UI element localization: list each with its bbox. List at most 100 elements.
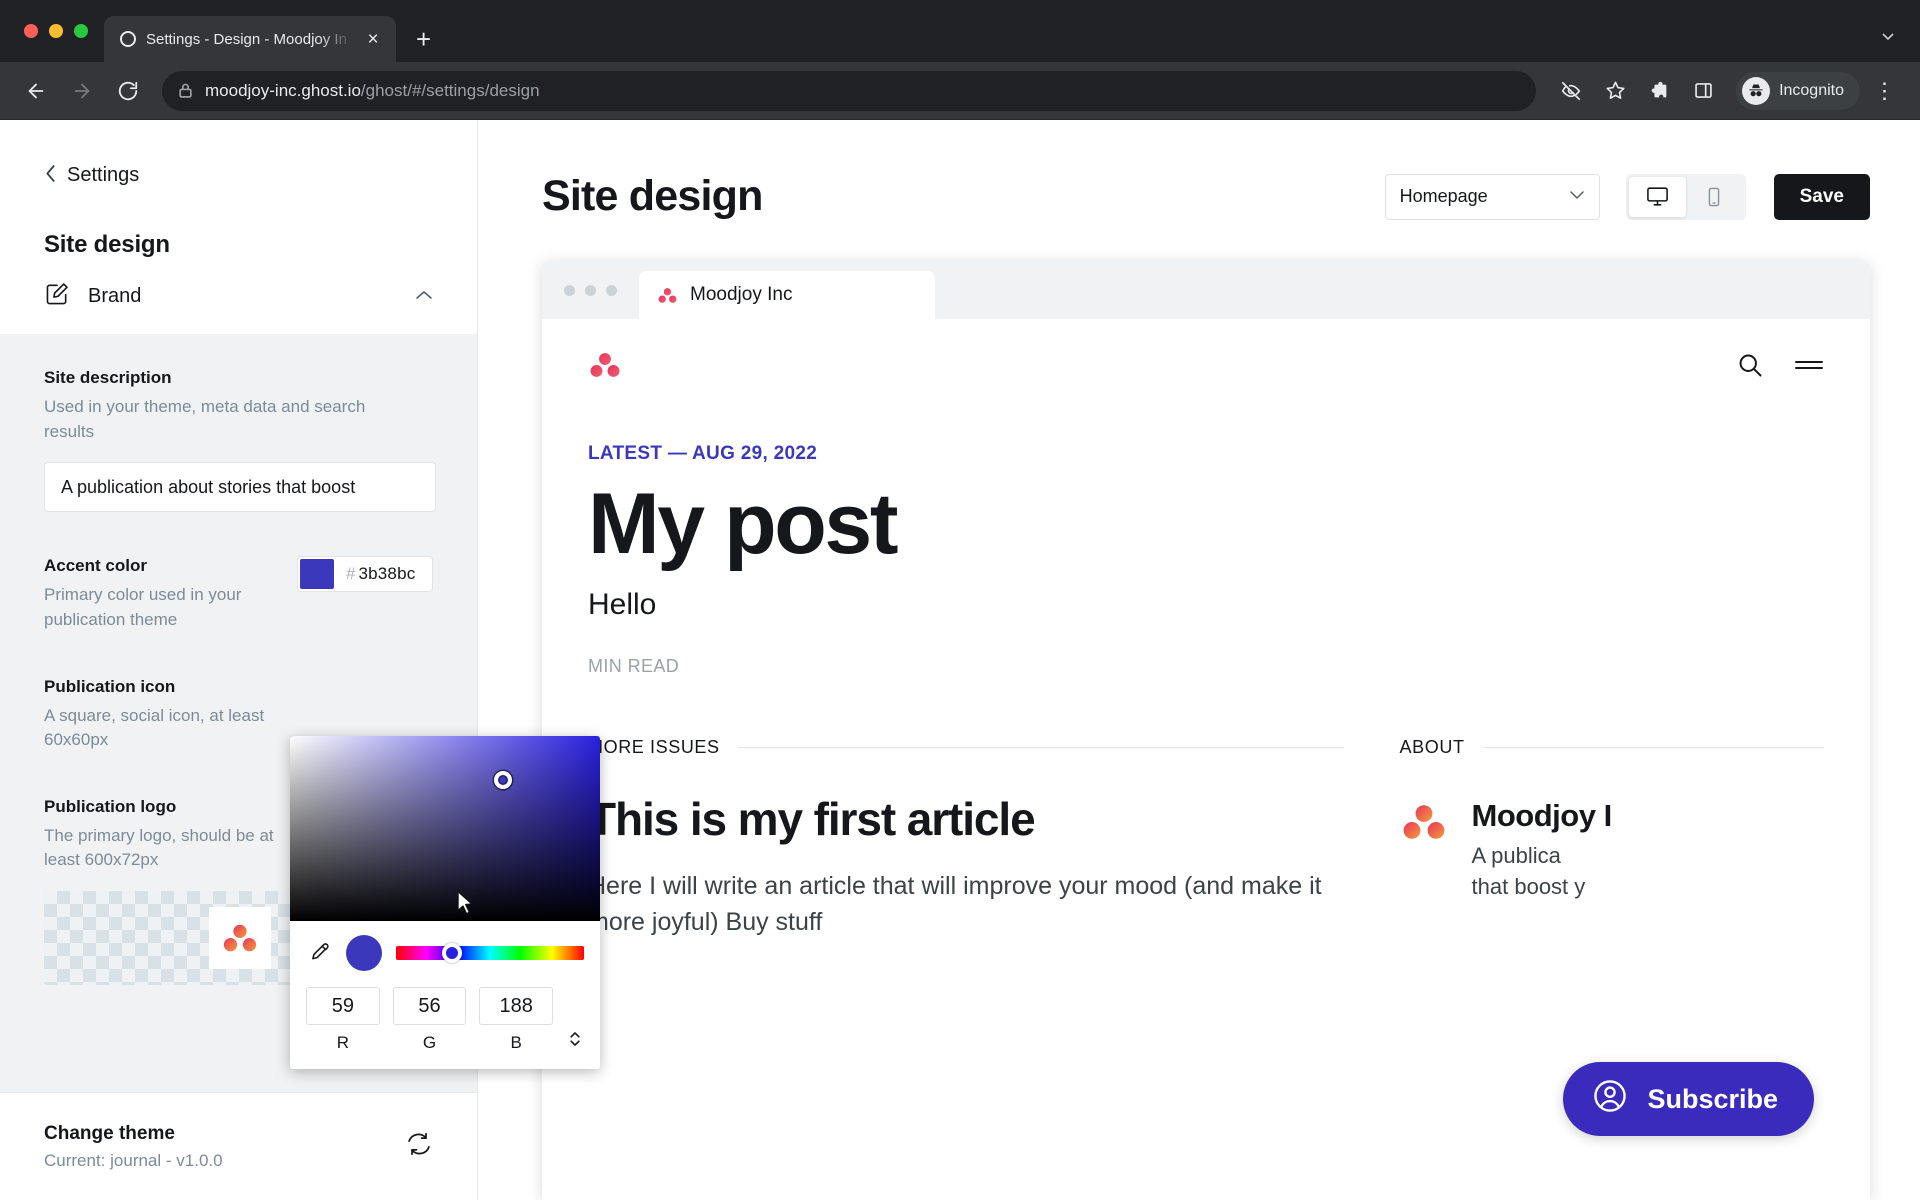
- accent-color-field: Accent color Primary color used in your …: [44, 556, 433, 632]
- page-title: Site design: [542, 172, 763, 220]
- back-link-label: Settings: [67, 164, 140, 186]
- chevron-left-icon: [44, 164, 57, 187]
- close-tab-button[interactable]: ×: [362, 30, 384, 49]
- change-theme-row[interactable]: Change theme Current: journal - v1.0.0: [0, 1092, 477, 1200]
- browser-menu-button[interactable]: ⋮: [1866, 72, 1904, 110]
- device-toggle-group: [1625, 173, 1746, 220]
- mobile-icon[interactable]: [1686, 177, 1743, 217]
- subscribe-label: Subscribe: [1647, 1083, 1778, 1114]
- r-input[interactable]: 59: [306, 987, 380, 1025]
- back-button[interactable]: [16, 71, 56, 111]
- preview-post-title[interactable]: My post: [588, 478, 1824, 570]
- rgb-channel-g: 56 G: [392, 987, 467, 1053]
- moodjoy-logo-icon: [658, 287, 677, 303]
- brand-label: Brand: [88, 285, 142, 307]
- settings-sidebar: Settings Site design Brand Site descript…: [0, 120, 600, 1200]
- preview-article-body: Here I will write an article that will i…: [588, 872, 1322, 937]
- address-bar[interactable]: moodjoy-inc.ghost.io/ghost/#/settings/de…: [162, 70, 1537, 111]
- saturation-value-handle[interactable]: [494, 771, 512, 789]
- save-button[interactable]: Save: [1773, 173, 1870, 220]
- forward-button[interactable]: [62, 71, 102, 111]
- url-path: /ghost/#/settings/design: [360, 80, 540, 100]
- preview-site-body: LATEST — AUG 29, 2022 My post Hello MIN …: [542, 319, 1870, 1200]
- page-select[interactable]: Homepage: [1384, 173, 1600, 220]
- section-divider: [1482, 747, 1824, 749]
- logo-thumbnail: [209, 907, 271, 970]
- rgb-inputs-row: 59 R 56 G 188 B: [306, 987, 584, 1053]
- extensions-icon[interactable]: [1640, 72, 1678, 110]
- incognito-label: Incognito: [1779, 81, 1844, 99]
- preview-read-time: MIN READ: [588, 656, 680, 677]
- publication-icon-help: A square, social icon, at least 60x60px: [44, 705, 265, 750]
- browser-tab[interactable]: Settings - Design - Moodjoy In ×: [104, 16, 396, 62]
- tab-strip: Settings - Design - Moodjoy In × +: [0, 0, 1920, 62]
- b-input[interactable]: 188: [479, 987, 554, 1025]
- about-publication-description: A publica that boost y: [1471, 843, 1586, 900]
- site-description-input[interactable]: A publication about stories that boost: [44, 462, 436, 513]
- site-preview-frame: Moodjoy Inc LATEST — AUG 29, 2022 My pos…: [542, 261, 1870, 1200]
- accent-color-swatch[interactable]: [300, 559, 334, 590]
- subscribe-button[interactable]: Subscribe: [1563, 1062, 1814, 1136]
- incognito-profile-button[interactable]: Incognito: [1736, 71, 1860, 110]
- sidebar-item-brand[interactable]: Brand: [0, 259, 477, 334]
- close-window-button[interactable]: [24, 24, 38, 38]
- new-tab-button[interactable]: +: [416, 26, 431, 52]
- hue-slider-handle[interactable]: [442, 943, 463, 963]
- about-publication-name: Moodjoy I: [1471, 798, 1613, 834]
- g-label: G: [422, 1033, 437, 1052]
- brand-pencil-icon: [44, 281, 70, 312]
- lock-icon: [179, 83, 192, 98]
- hue-slider[interactable]: [396, 943, 584, 963]
- main-content: Site design Homepage Save Moodjoy Inc LA…: [478, 120, 1920, 1200]
- rgb-channel-b: 188 B: [479, 987, 554, 1053]
- search-icon[interactable]: [1736, 351, 1764, 384]
- preview-post-excerpt: Hello: [588, 588, 657, 622]
- page-select-value: Homepage: [1399, 186, 1488, 206]
- more-issues-label: MORE ISSUES: [588, 737, 720, 758]
- more-issues-column: MORE ISSUES This is my first article Her…: [588, 737, 1344, 941]
- window-traffic-lights[interactable]: [18, 0, 104, 62]
- publication-icon-label: Publication icon: [44, 676, 176, 696]
- sidebar-title: Site design: [44, 231, 170, 258]
- site-description-label: Site description: [44, 368, 172, 387]
- accent-color-hex-value[interactable]: 3b38bc: [358, 564, 415, 584]
- b-label: B: [510, 1033, 522, 1052]
- tab-list-chevron-icon[interactable]: [1878, 26, 1898, 50]
- rgb-channel-r: 59 R: [306, 987, 380, 1053]
- moodjoy-logo-icon: [223, 924, 257, 952]
- chevron-up-icon: [415, 288, 433, 305]
- main-header: Site design Homepage Save: [478, 120, 1920, 221]
- g-input[interactable]: 56: [392, 987, 467, 1025]
- maximize-window-button[interactable]: [74, 24, 88, 38]
- browser-window: Settings - Design - Moodjoy In × + moodj…: [0, 0, 1920, 1200]
- browser-toolbar: moodjoy-inc.ghost.io/ghost/#/settings/de…: [0, 62, 1920, 120]
- chevron-down-icon: [1569, 189, 1585, 204]
- hamburger-menu-icon[interactable]: [1794, 354, 1824, 381]
- preview-article-title[interactable]: This is my first article: [588, 792, 1344, 846]
- accent-color-input[interactable]: # 3b38bc: [297, 556, 433, 593]
- eyedropper-icon[interactable]: [306, 940, 332, 966]
- color-picker-popup[interactable]: 59 R 56 G 188 B: [290, 736, 600, 1069]
- reload-button[interactable]: [108, 71, 148, 111]
- hex-hash-symbol: #: [346, 564, 356, 584]
- latest-date-label: LATEST — AUG 29, 2022: [588, 443, 818, 464]
- preview-tab-title: Moodjoy Inc: [690, 284, 793, 305]
- preview-browser-chrome: Moodjoy Inc: [542, 261, 1870, 319]
- refresh-icon[interactable]: [405, 1130, 433, 1163]
- about-heading: ABOUT: [1400, 737, 1824, 758]
- site-description-help: Used in your theme, meta data and search…: [44, 397, 366, 441]
- preview-traffic-lights: [564, 261, 639, 319]
- app-page: Settings Site design Brand Site descript…: [0, 120, 1920, 1200]
- minimize-window-button[interactable]: [49, 24, 63, 38]
- side-panel-icon[interactable]: [1684, 72, 1722, 110]
- saturation-value-area[interactable]: [290, 736, 600, 921]
- about-logo-icon: [1400, 798, 1448, 851]
- stepper-updown-icon[interactable]: [566, 987, 584, 1053]
- eye-off-icon[interactable]: [1552, 72, 1590, 110]
- desktop-icon[interactable]: [1628, 176, 1686, 217]
- preview-site-header: [588, 319, 1824, 415]
- star-icon[interactable]: [1596, 72, 1634, 110]
- section-divider: [737, 747, 1344, 749]
- back-to-settings-link[interactable]: Settings: [0, 120, 477, 187]
- tab-title: Settings - Design - Moodjoy In: [146, 30, 347, 48]
